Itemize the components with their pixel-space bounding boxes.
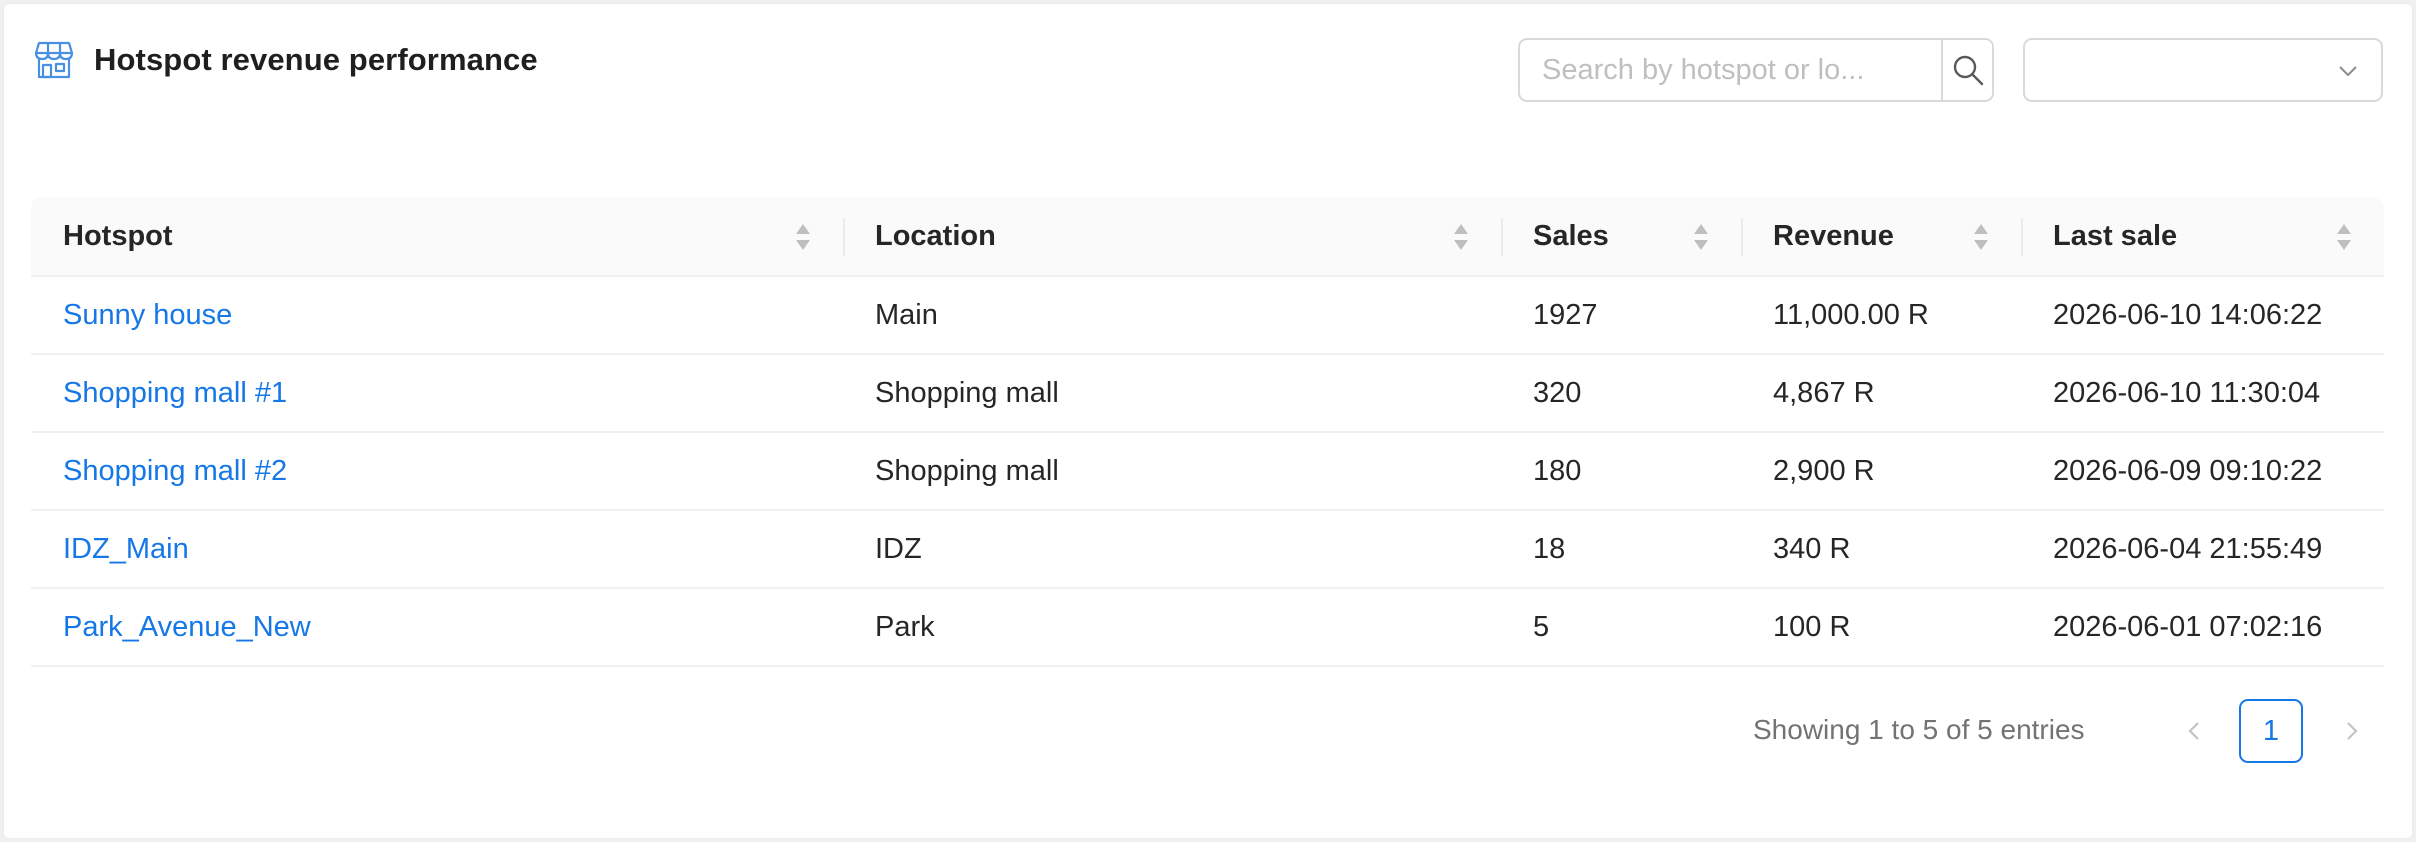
store-icon: [34, 40, 74, 80]
column-header-revenue[interactable]: Revenue: [1741, 198, 2021, 277]
table-row: Park_Avenue_New Park 5 100 R 2026-06-01 …: [31, 588, 2384, 667]
sort-icon[interactable]: [1973, 222, 1989, 252]
cell-hotspot: IDZ_Main: [31, 510, 843, 589]
cell-location: Shopping mall: [843, 354, 1501, 433]
cell-revenue: 100 R: [1741, 588, 2021, 667]
pagination-info: Showing 1 to 5 of 5 entries: [1753, 714, 2085, 745]
cell-revenue: 11,000.00 R: [1741, 276, 2021, 355]
cell-location: Shopping mall: [843, 432, 1501, 511]
sort-icon[interactable]: [1453, 222, 1469, 252]
column-header-label: Hotspot: [63, 220, 173, 252]
cell-sales: 5: [1501, 588, 1741, 667]
chevron-right-icon[interactable]: [2334, 713, 2370, 749]
hotspot-link[interactable]: Park_Avenue_New: [63, 611, 311, 643]
column-header-sales[interactable]: Sales: [1501, 198, 1741, 277]
column-separator: [1501, 218, 1503, 256]
column-header-label: Last sale: [2053, 220, 2178, 252]
page-button-1[interactable]: 1: [2239, 699, 2303, 763]
cell-last-sale: 2026-06-09 09:10:22: [2021, 432, 2384, 511]
column-separator: [2021, 218, 2023, 256]
hotspot-link[interactable]: Sunny house: [63, 299, 232, 331]
column-header-label: Location: [875, 220, 996, 252]
table-row: Shopping mall #1 Shopping mall 320 4,867…: [31, 354, 2384, 433]
cell-hotspot: Shopping mall #2: [31, 432, 843, 511]
sort-icon[interactable]: [795, 222, 811, 252]
table-row: IDZ_Main IDZ 18 340 R 2026-06-04 21:55:4…: [31, 510, 2384, 589]
cell-sales: 1927: [1501, 276, 1741, 355]
column-header-label: Sales: [1533, 220, 1609, 252]
column-separator: [1741, 218, 1743, 256]
column-separator: [843, 218, 845, 256]
cell-revenue: 2,900 R: [1741, 432, 2021, 511]
chevron-down-icon: [2339, 66, 2357, 77]
cell-sales: 18: [1501, 510, 1741, 589]
cell-last-sale: 2026-06-10 14:06:22: [2021, 276, 2384, 355]
hotspot-link[interactable]: IDZ_Main: [63, 533, 189, 565]
table-header-row: Hotspot Location Sales Revenue Last sale: [31, 198, 2384, 277]
cell-location: IDZ: [843, 510, 1501, 589]
column-header-last-sale[interactable]: Last sale: [2021, 198, 2384, 277]
pagination: Showing 1 to 5 of 5 entries 1: [4, 699, 2412, 763]
cell-sales: 320: [1501, 354, 1741, 433]
revenue-card: Hotspot revenue performance Search by ho…: [3, 3, 2413, 839]
table-row: Shopping mall #2 Shopping mall 180 2,900…: [31, 432, 2384, 511]
filter-select[interactable]: [2023, 38, 2383, 102]
search-button[interactable]: [1941, 40, 1992, 100]
cell-last-sale: 2026-06-04 21:55:49: [2021, 510, 2384, 589]
cell-hotspot: Sunny house: [31, 276, 843, 355]
cell-revenue: 340 R: [1741, 510, 2021, 589]
hotspot-table: Hotspot Location Sales Revenue Last sale…: [31, 198, 2384, 667]
cell-hotspot: Shopping mall #1: [31, 354, 843, 433]
search-box: [1518, 38, 1994, 102]
search-icon: [1953, 55, 1983, 86]
title-wrap: Hotspot revenue performance: [34, 40, 538, 80]
hotspot-link[interactable]: Shopping mall #2: [63, 455, 287, 487]
hotspot-link[interactable]: Shopping mall #1: [63, 377, 287, 409]
page-title: Hotspot revenue performance: [94, 42, 538, 77]
chevron-left-icon[interactable]: [2176, 713, 2212, 749]
table-row: Sunny house Main 1927 11,000.00 R 2026-0…: [31, 276, 2384, 355]
card-header: Hotspot revenue performance: [4, 4, 2412, 124]
cell-location: Main: [843, 276, 1501, 355]
sort-icon[interactable]: [2336, 222, 2352, 252]
cell-last-sale: 2026-06-01 07:02:16: [2021, 588, 2384, 667]
column-header-location[interactable]: Location: [843, 198, 1501, 277]
column-header-label: Revenue: [1773, 220, 1894, 252]
cell-revenue: 4,867 R: [1741, 354, 2021, 433]
column-header-hotspot[interactable]: Hotspot: [31, 198, 843, 277]
search-input[interactable]: [1520, 40, 1941, 100]
cell-hotspot: Park_Avenue_New: [31, 588, 843, 667]
sort-icon[interactable]: [1693, 222, 1709, 252]
cell-location: Park: [843, 588, 1501, 667]
cell-last-sale: 2026-06-10 11:30:04: [2021, 354, 2384, 433]
cell-sales: 180: [1501, 432, 1741, 511]
